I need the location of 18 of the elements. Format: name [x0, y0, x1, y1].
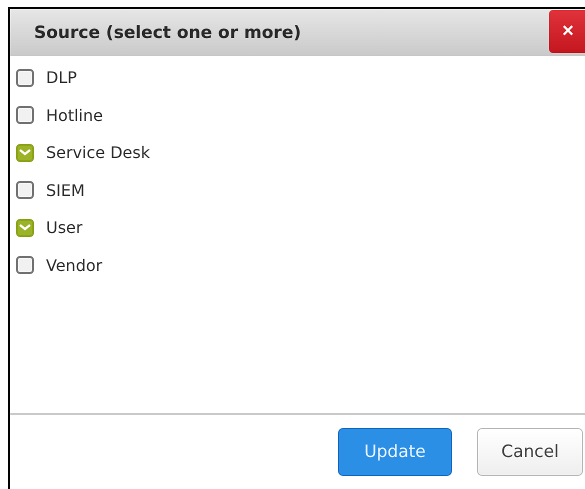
option-label: User [46, 218, 82, 238]
dialog-title: Source (select one or more) [34, 22, 302, 42]
option-label: DLP [46, 68, 77, 88]
close-button[interactable]: × [549, 10, 585, 53]
checkbox[interactable] [16, 68, 34, 87]
cancel-button[interactable]: Cancel [477, 428, 583, 476]
option-label: SIEM [46, 180, 85, 200]
option-label: Hotline [46, 106, 103, 125]
checkbox[interactable] [16, 256, 34, 274]
option-label: Service Desk [46, 143, 150, 162]
check-icon [19, 222, 31, 233]
checkbox[interactable] [16, 218, 34, 237]
checkbox[interactable] [16, 106, 34, 124]
check-icon [19, 148, 31, 158]
checkbox[interactable] [16, 181, 34, 200]
update-button[interactable]: Update [338, 428, 452, 476]
option-label: Vendor [46, 256, 102, 275]
checkbox[interactable] [16, 144, 34, 162]
